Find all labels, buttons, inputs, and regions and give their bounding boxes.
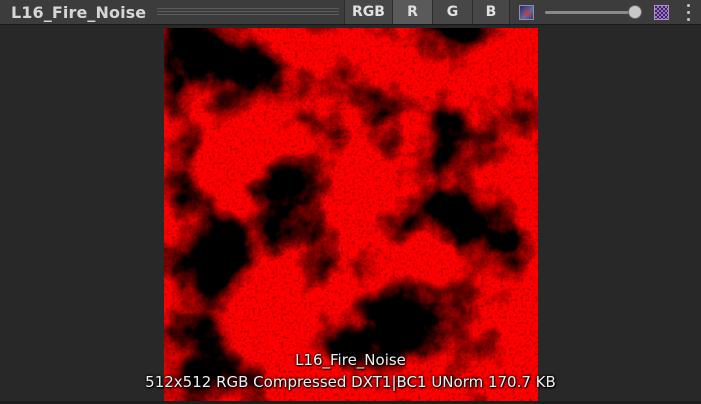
toolbar-drag-handle[interactable] <box>157 8 339 17</box>
channel-b-button[interactable]: B <box>472 0 510 24</box>
asset-title: L16_Fire_Noise <box>11 3 147 22</box>
channel-g-button[interactable]: G <box>432 0 472 24</box>
kebab-menu-icon[interactable] <box>684 4 692 21</box>
fire-noise-texture-image <box>164 28 538 402</box>
mip-level-slider-thumb[interactable] <box>628 5 642 19</box>
texture-preview <box>164 28 538 402</box>
channel-rgb-button[interactable]: RGB <box>344 0 392 24</box>
texture-format-info: 512x512 RGB Compressed DXT1|BC1 UNorm 17… <box>145 373 556 391</box>
texture-name-label: L16_Fire_Noise <box>295 351 406 369</box>
large-mip-icon <box>654 5 669 20</box>
preview-toolbar: L16_Fire_Noise RGB R G B <box>0 0 701 25</box>
small-mip-icon <box>519 5 534 20</box>
channel-r-button[interactable]: R <box>392 0 432 24</box>
